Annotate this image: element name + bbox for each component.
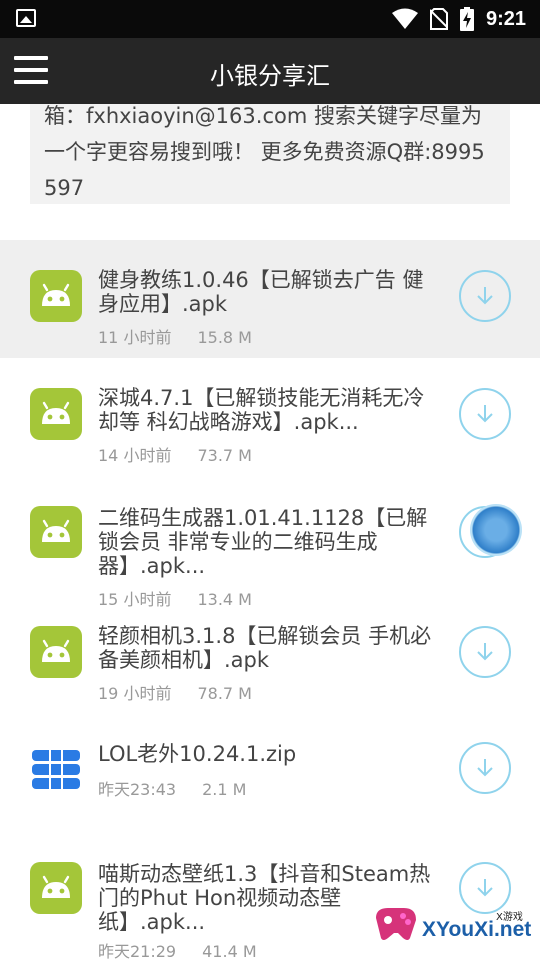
file-title: 深城4.7.1【已解锁技能无消耗无冷 却等 科幻战略游戏】.apk... [98, 386, 470, 434]
download-button[interactable] [459, 388, 511, 440]
file-time: 昨天23:43 [98, 780, 177, 799]
download-button[interactable] [459, 742, 511, 794]
file-title-line: 深城4.7.1【已解锁技能无消耗无冷 [98, 386, 425, 410]
file-title-line: 锁会员 非常专业的二维码生成 [98, 530, 378, 554]
file-meta: 11 小时前 15.8 M [98, 324, 252, 348]
file-time: 19 小时前 [98, 684, 172, 703]
download-button[interactable] [459, 270, 511, 322]
notice-banner: 箱：fxhxiaoyin@163.com 搜索关键字尽量为一个字更容易搜到哦！ … [30, 104, 510, 204]
status-time: 9:21 [485, 7, 526, 30]
android-icon [30, 626, 82, 678]
notice-text: 箱：fxhxiaoyin@163.com 搜索关键字尽量为一个字更容易搜到哦！ … [44, 104, 485, 200]
file-time: 11 小时前 [98, 328, 172, 347]
android-icon [30, 506, 82, 558]
file-title: 二维码生成器1.01.41.1128【已解 锁会员 非常专业的二维码生成 器】.ap… [98, 506, 470, 578]
file-size: 13.4 M [197, 590, 252, 609]
file-time: 14 小时前 [98, 446, 172, 465]
android-icon [30, 388, 82, 440]
file-meta: 昨天21:29 41.4 M [98, 938, 257, 962]
watermark-logo: X游戏 XYouXi.net [370, 898, 540, 960]
file-meta: 15 小时前 13.4 M [98, 586, 252, 610]
file-title-line: 健身教练1.0.46【已解锁去广告 健 [98, 268, 424, 292]
file-time: 15 小时前 [98, 590, 172, 609]
file-title-line: 二维码生成器1.01.41.1128【已解 [98, 506, 428, 530]
wifi-icon [391, 8, 418, 29]
zip-icon [30, 744, 82, 796]
file-title-line: 却等 科幻战略游戏】.apk... [98, 410, 359, 434]
file-list-item[interactable]: LOL老外10.24.1.zip 昨天23:43 2.1 M [0, 734, 540, 804]
file-size: 41.4 M [202, 942, 257, 961]
file-meta: 14 小时前 73.7 M [98, 442, 252, 466]
file-list-item[interactable]: 二维码生成器1.01.41.1128【已解 锁会员 非常专业的二维码生成 器】.ap… [0, 480, 540, 610]
file-title-line: 备美颜相机】.apk [98, 648, 270, 672]
file-title: 健身教练1.0.46【已解锁去广告 健身应用】.apk [98, 268, 470, 316]
file-size: 2.1 M [202, 780, 247, 799]
gallery-notification-icon [16, 9, 36, 27]
file-title-line: LOL老外10.24.1.zip [98, 742, 297, 766]
file-size: 73.7 M [197, 446, 252, 465]
android-icon [30, 270, 82, 322]
game-controller-icon [376, 908, 416, 940]
file-meta: 19 小时前 78.7 M [98, 680, 252, 704]
file-size: 15.8 M [197, 328, 252, 347]
file-meta: 昨天23:43 2.1 M [98, 776, 246, 800]
file-time: 昨天21:29 [98, 942, 177, 961]
file-title: 轻颜相机3.1.8【已解锁会员 手机必 备美颜相机】.apk [98, 624, 470, 672]
no-sim-icon [429, 8, 448, 30]
file-list-item[interactable]: 健身教练1.0.46【已解锁去广告 健身应用】.apk 11 小时前 15.8 M [0, 240, 540, 358]
file-title: LOL老外10.24.1.zip [98, 742, 470, 766]
app-bar: 小银分享汇 [0, 38, 540, 104]
watermark-text: XYouXi.net [422, 918, 532, 941]
file-title-line: 器】.apk... [98, 554, 206, 578]
floating-assistant-button[interactable] [470, 504, 522, 556]
app-title: 小银分享汇 [210, 62, 330, 90]
file-title-line: 喵斯动态壁纸1.3【抖音和Steam热 [98, 862, 431, 886]
download-button[interactable] [459, 626, 511, 678]
file-title-line: 身应用】.apk [98, 292, 228, 316]
file-title-line: 轻颜相机3.1.8【已解锁会员 手机必 [98, 624, 432, 648]
android-icon [30, 862, 82, 914]
file-size: 78.7 M [197, 684, 252, 703]
file-list-item[interactable]: 深城4.7.1【已解锁技能无消耗无冷 却等 科幻战略游戏】.apk... 14 小时… [0, 366, 540, 476]
battery-charging-icon [459, 7, 474, 31]
file-list-item[interactable]: 轻颜相机3.1.8【已解锁会员 手机必 备美颜相机】.apk 19 小时前 78.7 … [0, 618, 540, 708]
status-bar: 9:21 [0, 0, 540, 38]
